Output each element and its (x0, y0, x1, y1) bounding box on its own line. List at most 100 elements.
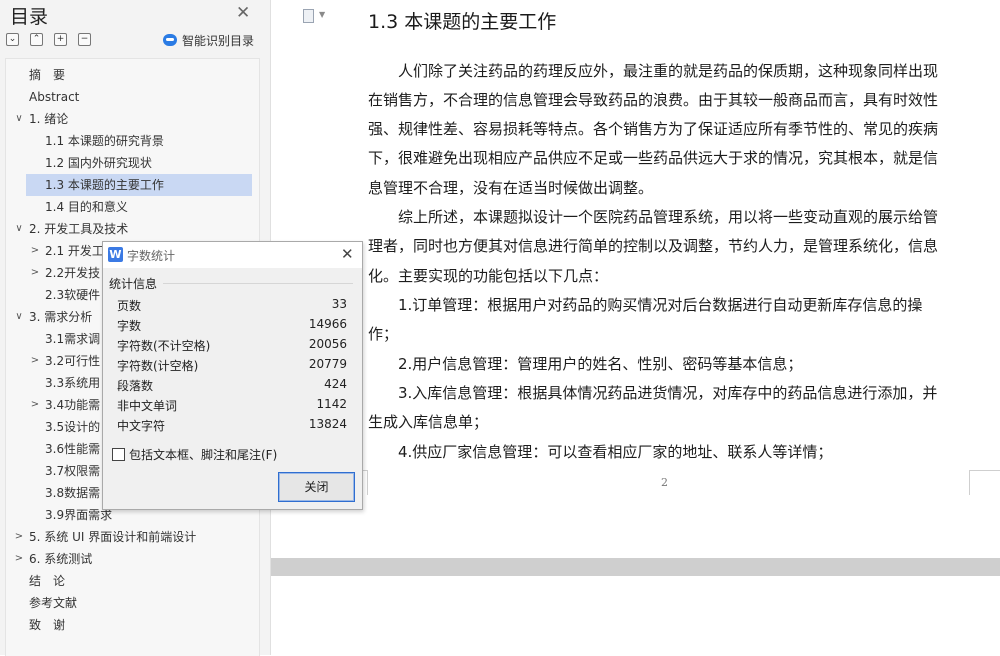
toc-item-label: 2.3软硬件 (45, 288, 101, 302)
chevron-right-icon[interactable]: > (30, 262, 40, 284)
stat-value: 1142 (316, 397, 347, 411)
stat-row: 段落数 424 (117, 375, 347, 395)
remove-heading-icon[interactable]: − (78, 33, 91, 46)
expand-all-icon[interactable]: ⌃ (30, 33, 43, 46)
toc-item[interactable]: >5. 系统 UI 界面设计和前端设计 (6, 526, 259, 548)
stat-row: 页数 33 (117, 295, 347, 315)
toc-item-label: 1.1 本课题的研究背景 (45, 134, 164, 148)
toc-item-label: 6. 系统测试 (29, 552, 93, 566)
toc-item-label: 3.2可行性 (45, 354, 101, 368)
toc-item-label: 1.4 目的和意义 (45, 200, 128, 214)
dialog-titlebar[interactable]: W 字数统计 ✕ (103, 242, 362, 268)
stat-value: 13824 (308, 417, 347, 431)
toc-item[interactable]: ∨ 1. 绪论 (6, 108, 259, 130)
stat-value: 20779 (308, 357, 347, 371)
chevron-right-icon[interactable]: > (30, 350, 40, 372)
toc-item-label: 3. 需求分析 (29, 310, 93, 324)
toc-item-label: 3.5设计的 (45, 420, 101, 434)
document-area: ▼ 1.3 本课题的主要工作 人们除了关注药品的药理反应外，最注重的就是药品的保… (271, 0, 1000, 655)
chevron-right-icon[interactable]: > (30, 394, 40, 416)
toc-item-label: 3.4功能需 (45, 398, 101, 412)
include-textbox-checkbox[interactable] (112, 448, 125, 461)
toc-item-label: 5. 系统 UI 界面设计和前端设计 (29, 530, 197, 544)
wps-writer-icon: W (108, 247, 123, 262)
stat-value: 424 (324, 377, 347, 391)
body-text-line: 化。主要实现的功能包括以下几点： (368, 267, 609, 285)
page-icon[interactable] (303, 9, 314, 23)
body-text-line: 强、规律性差、容易损耗等特点。各个销售方为了保证适应所有季节性的、常见的疾病 (368, 120, 939, 138)
close-button[interactable]: 关闭 (278, 472, 355, 502)
body-text-line: 1.订单管理：根据用户对药品的购买情况对后台数据进行自动更新库存信息的操 (368, 296, 923, 314)
stat-label: 字符数(计空格) (117, 359, 199, 373)
word-count-dialog: W 字数统计 ✕ 统计信息 页数 33 字数 14966 字符数(不计空格) 20056 字… (102, 241, 363, 510)
stat-row: 字数 14966 (117, 315, 347, 335)
include-textbox-label[interactable]: 包括文本框、脚注和尾注(F) (129, 446, 277, 463)
toc-item-label: 致 谢 (29, 618, 66, 632)
toc-item-label: 3.8数据需 (45, 486, 101, 500)
chevron-right-icon[interactable]: > (14, 526, 24, 548)
stat-label: 非中文单词 (117, 399, 178, 413)
stat-label: 页数 (117, 299, 142, 313)
chevron-right-icon[interactable]: > (14, 548, 24, 570)
toc-item-label: 1.2 国内外研究现状 (45, 156, 152, 170)
chevron-right-icon[interactable]: > (30, 240, 40, 262)
toc-item[interactable]: 1.3 本课题的主要工作 (6, 174, 259, 196)
toc-item-label: 摘 要 (29, 68, 66, 82)
page-gap (271, 558, 1000, 576)
stat-row: 字符数(计空格) 20779 (117, 355, 347, 375)
toc-item-label: 3.7权限需 (45, 464, 101, 478)
crop-mark (969, 470, 1000, 495)
chevron-down-icon[interactable]: ∨ (14, 108, 24, 130)
stat-row: 中文字符 13824 (117, 415, 347, 435)
toc-item-label: 3.1需求调 (45, 332, 101, 346)
toc-item[interactable]: 1.1 本课题的研究背景 (6, 130, 259, 152)
toc-item[interactable]: >6. 系统测试 (6, 548, 259, 570)
document-page-next[interactable] (271, 576, 1000, 655)
toc-item[interactable]: 参考文献 (6, 592, 259, 614)
body-text-line: 息管理不合理，没有在适当时候做出调整。 (368, 179, 654, 197)
toc-item-label: 2.1 开发工 (45, 244, 104, 258)
toc-item[interactable]: 结 论 (6, 570, 259, 592)
toc-item[interactable]: 致 谢 (6, 614, 259, 636)
smart-toc-button[interactable]: 智能识别目录 (163, 31, 254, 49)
body-text-line: 作； (368, 325, 399, 343)
toc-item[interactable]: Abstract (6, 86, 259, 108)
chevron-down-icon[interactable]: ∨ (14, 306, 24, 328)
toc-item-label: 2.2开发技 (45, 266, 101, 280)
divider (163, 283, 353, 284)
stat-value: 33 (331, 297, 347, 311)
close-icon[interactable]: ✕ (341, 245, 354, 263)
stat-value: 20056 (308, 337, 347, 351)
toc-item-label: 1. 绪论 (29, 112, 69, 126)
toc-item[interactable]: 摘 要 (6, 64, 259, 86)
body-text-line: 在销售方，不合理的信息管理会导致药品的浪费。由于其较一般商品而言，具有时效性 (368, 91, 939, 109)
stat-row: 字符数(不计空格) 20056 (117, 335, 347, 355)
body-text-line: 生成入库信息单； (368, 413, 489, 431)
stat-label: 中文字符 (117, 419, 166, 433)
toc-item-label: 3.6性能需 (45, 442, 101, 456)
toc-item[interactable]: 1.2 国内外研究现状 (6, 152, 259, 174)
close-icon[interactable]: ✕ (236, 3, 250, 23)
section-heading: 1.3 本课题的主要工作 (368, 11, 557, 33)
toc-item-label: 3.3系统用 (45, 376, 101, 390)
body-text-line: 下，很难避免出现相应产品供应不足或一些药品供远大于求的情况，究其根本，就是信 (368, 149, 939, 167)
toc-item-label: 结 论 (29, 574, 66, 588)
document-page[interactable]: ▼ 1.3 本课题的主要工作 人们除了关注药品的药理反应外，最注重的就是药品的保… (271, 0, 1000, 558)
toc-item-label: Abstract (29, 90, 80, 104)
stat-label: 字符数(不计空格) (117, 339, 211, 353)
add-heading-icon[interactable]: + (54, 33, 67, 46)
dialog-title: 字数统计 (127, 249, 176, 263)
body-text-line: 人们除了关注药品的药理反应外，最注重的就是药品的保质期，这种现象同样出现 (368, 62, 939, 80)
toc-item[interactable]: 1.4 目的和意义 (6, 196, 259, 218)
body-text-line: 综上所述，本课题拟设计一个医院药品管理系统，用以将一些变动直观的展示给管 (368, 208, 939, 226)
body-text-line: 4.供应厂家信息管理：可以查看相应厂家的地址、联系人等详情； (368, 443, 833, 461)
toc-item[interactable]: ∨ 2. 开发工具及技术 (6, 218, 259, 240)
collapse-all-icon[interactable]: ⌄ (6, 33, 19, 46)
toc-item-label: 1.3 本课题的主要工作 (26, 174, 252, 196)
toc-item-label: 2. 开发工具及技术 (29, 222, 129, 236)
body-text-line: 2.用户信息管理：管理用户的姓名、性别、密码等基本信息； (368, 355, 803, 373)
chevron-down-icon[interactable]: ▼ (319, 10, 325, 19)
chevron-down-icon[interactable]: ∨ (14, 218, 24, 240)
stats-group-label: 统计信息 (109, 277, 158, 291)
page-number: 2 (661, 476, 668, 489)
